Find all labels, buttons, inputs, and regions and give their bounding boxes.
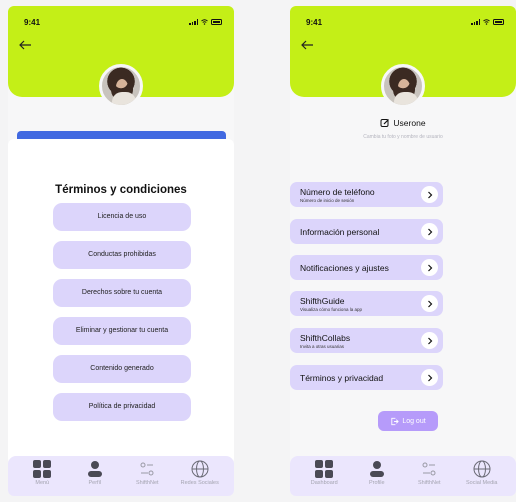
nav-label: ShifthNet	[135, 480, 159, 486]
nav-shifthnet[interactable]: ShifthNet	[407, 460, 451, 496]
logout-icon	[391, 417, 400, 425]
battery-icon	[493, 19, 504, 25]
signal-icon	[471, 19, 480, 25]
wifi-icon	[201, 19, 208, 25]
battery-icon	[211, 19, 222, 25]
nav-menu[interactable]: Menú	[20, 460, 64, 496]
nav-label: Social Media	[466, 480, 498, 486]
globe-icon	[191, 460, 209, 478]
chevron-right-icon	[421, 259, 438, 276]
nav-profile[interactable]: Perfil	[73, 460, 117, 496]
avatar[interactable]	[99, 64, 143, 108]
status-time: 9:41	[306, 18, 323, 27]
terms-item-content[interactable]: Contenido generado	[53, 355, 191, 383]
back-arrow-icon[interactable]	[18, 38, 32, 52]
logout-label: Log out	[402, 417, 426, 425]
terms-item-manage-account[interactable]: Eliminar y gestionar tu cuenta	[53, 317, 191, 345]
nav-shifthnet[interactable]: ShifthNet	[125, 460, 169, 496]
grid-icon	[315, 460, 334, 478]
nav-label: Redes Sociales	[180, 480, 219, 486]
terms-item-account-rights[interactable]: Derechos sobre tu cuenta	[53, 279, 191, 307]
chevron-right-icon	[421, 332, 438, 349]
chevron-right-icon	[421, 369, 438, 386]
nav-profile[interactable]: Profile	[355, 460, 399, 496]
settings-item-terms[interactable]: Términos y privacidad	[290, 365, 443, 390]
status-time: 9:41	[24, 18, 41, 27]
page-title: Términos y condiciones	[55, 184, 187, 196]
nav-dashboard[interactable]: Dashboard	[302, 460, 346, 496]
chevron-right-icon	[421, 223, 438, 240]
settings-item-collabs[interactable]: ShifthCollabs Invita a otras usuarias	[290, 328, 443, 353]
nav-label: Perfil	[88, 480, 102, 486]
settings-item-notifications[interactable]: Notificaciones y ajustes	[290, 255, 443, 280]
avatar[interactable]	[381, 64, 425, 108]
user-icon	[87, 461, 102, 477]
status-icons	[471, 19, 504, 25]
edit-icon[interactable]	[380, 118, 390, 128]
nav-label: Dashboard	[310, 480, 338, 486]
user-icon	[369, 461, 384, 477]
wifi-icon	[483, 19, 490, 25]
nav-social-media[interactable]: Social Media	[460, 460, 504, 496]
bottom-nav: Dashboard Profile ShifthNet Social Media	[290, 456, 516, 496]
status-icons	[189, 19, 222, 25]
bottom-nav: Menú Perfil ShifthNet Redes Sociales	[8, 456, 234, 496]
nav-label: Menú	[35, 480, 50, 486]
chevron-right-icon	[421, 295, 438, 312]
username: Userone	[393, 118, 426, 128]
profile-screen: 9:41 Userone Cambia tu foto y nombre de …	[290, 6, 516, 496]
settings-item-phone[interactable]: Número de teléfono Número de inicio de s…	[290, 182, 443, 207]
globe-icon	[473, 460, 491, 478]
terms-item-license[interactable]: Licencia de uso	[53, 203, 191, 231]
terms-item-prohibited[interactable]: Conductas prohibidas	[53, 241, 191, 269]
grid-icon	[33, 460, 52, 478]
logout-button[interactable]: Log out	[378, 411, 438, 431]
nav-social[interactable]: Redes Sociales	[178, 460, 222, 496]
terms-screen: 9:41 Términos y condiciones Licencia de …	[8, 6, 234, 496]
settings-item-personal-info[interactable]: Información personal	[290, 219, 443, 244]
signal-icon	[189, 19, 198, 25]
sliders-icon	[140, 462, 154, 476]
username-row[interactable]: Userone	[290, 118, 516, 128]
chevron-right-icon	[421, 186, 438, 203]
nav-label: Profile	[368, 480, 385, 486]
back-arrow-icon[interactable]	[300, 38, 314, 52]
nav-label: ShifthNet	[417, 480, 441, 486]
sliders-icon	[422, 462, 436, 476]
terms-item-privacy[interactable]: Política de privacidad	[53, 393, 191, 421]
settings-item-guide[interactable]: ShifthGuide Visualiza cómo funciona la a…	[290, 291, 443, 316]
profile-hint: Cambia tu foto y nombre de usuario	[363, 134, 443, 140]
